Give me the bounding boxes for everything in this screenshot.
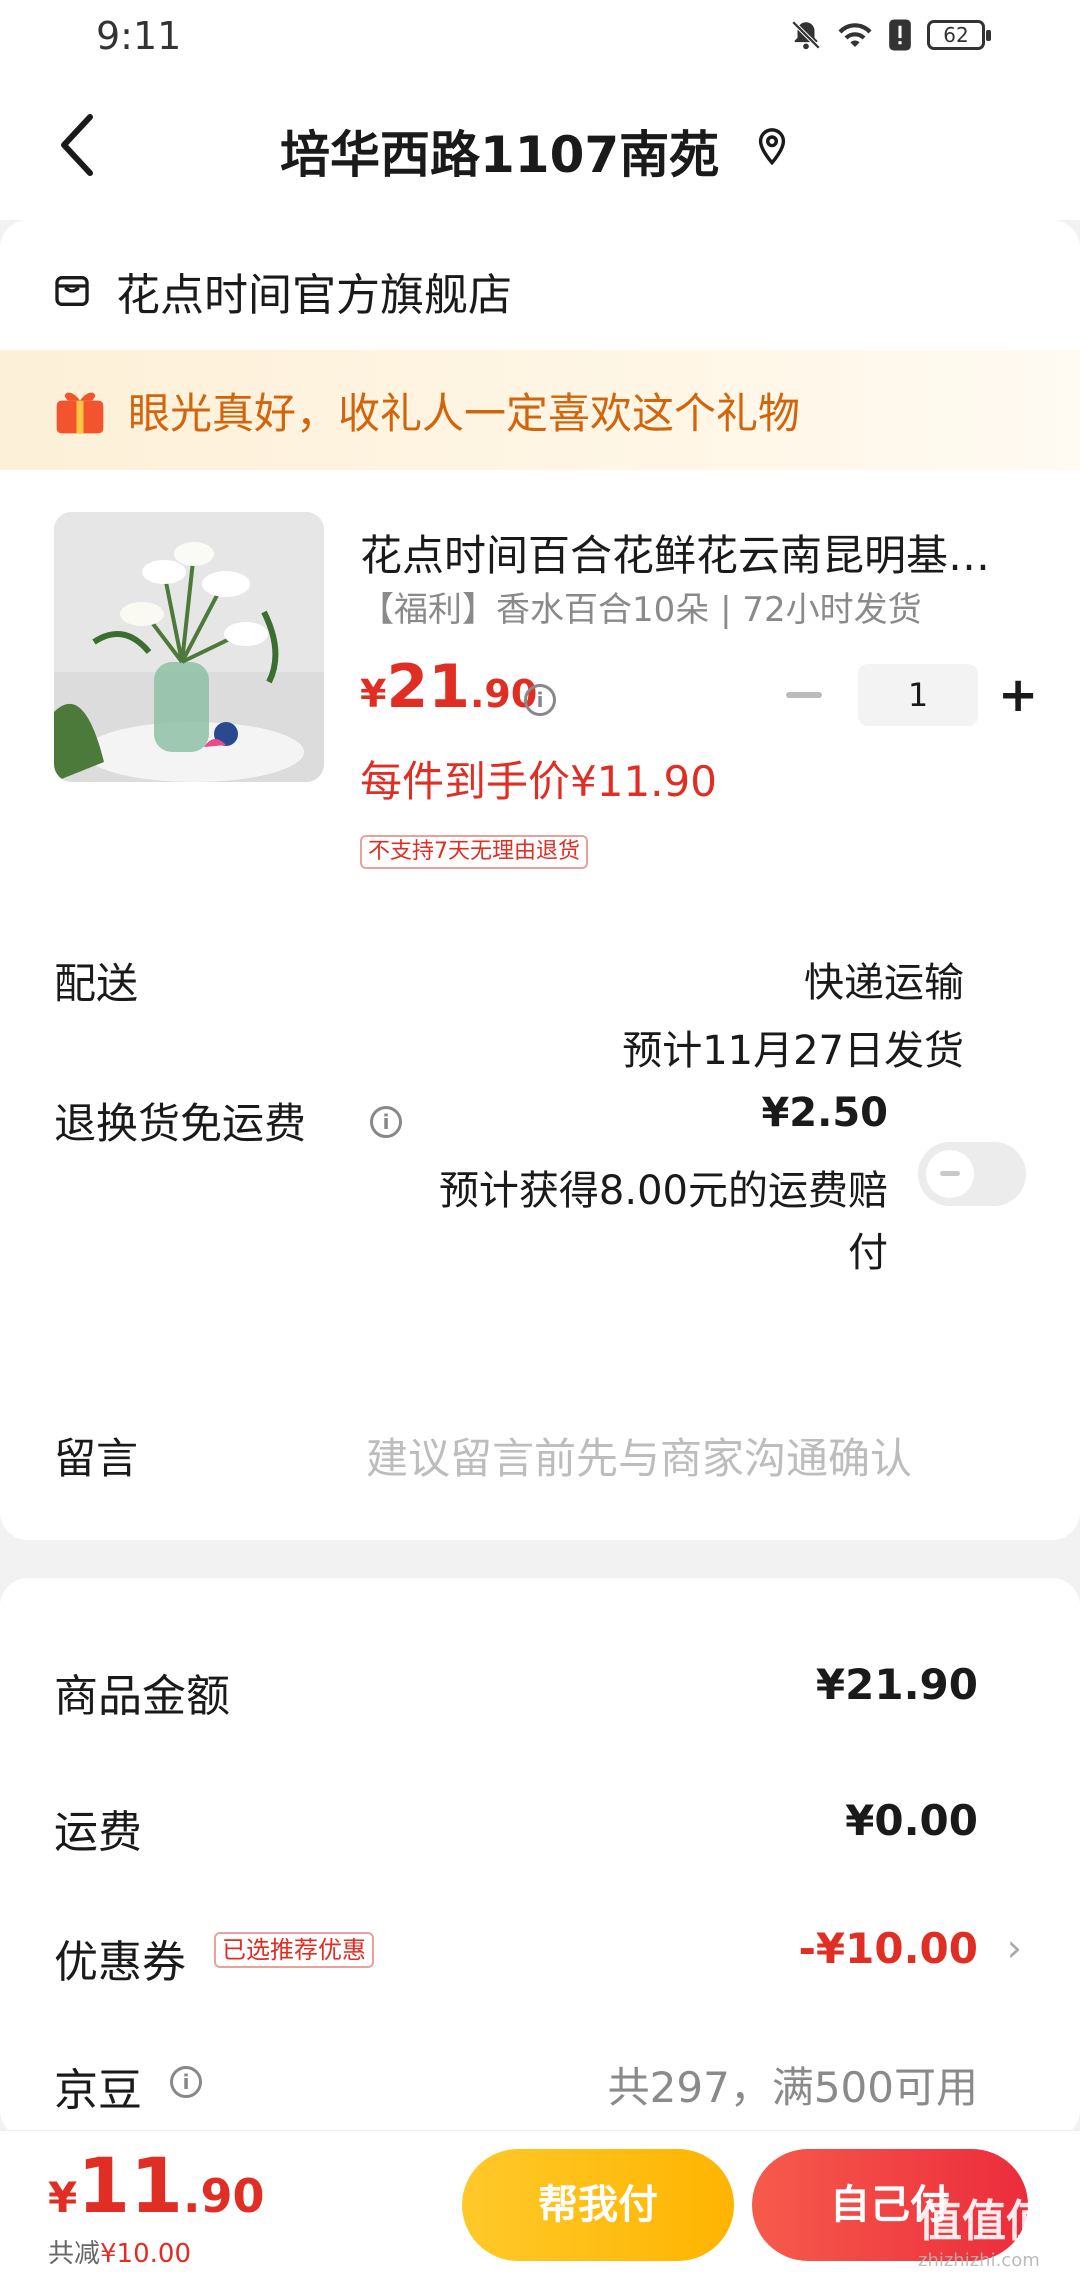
shipping-fee-value: ¥0.00 xyxy=(845,1796,978,1845)
coupon-badge: 已选推荐优惠 xyxy=(214,1932,374,1968)
delivery-label: 配送 xyxy=(54,959,139,1008)
watermark-sub: zhizhizhi.com xyxy=(918,2250,1040,2271)
coupon-value[interactable]: -¥10.00 xyxy=(798,1924,978,1973)
alert-sim-icon xyxy=(889,19,911,51)
product-image[interactable] xyxy=(54,512,324,782)
store-row[interactable]: 花点时间官方旗舰店 xyxy=(52,256,512,326)
message-input[interactable]: 建议留言前先与商家沟通确认 xyxy=(366,1425,912,1486)
increase-button[interactable]: + xyxy=(998,670,1038,720)
beans-label: 京豆 xyxy=(54,2065,142,2116)
watermark: 值值值 xyxy=(918,2196,1050,2247)
wifi-icon xyxy=(838,23,872,47)
product-price: ¥21.90 xyxy=(360,652,537,722)
delivery-estimate: 预计11月27日发货 xyxy=(622,1028,964,1074)
saved-amount: ¥10.00 xyxy=(100,2239,191,2269)
status-bar: 9:11 62 xyxy=(0,0,1080,75)
beans-info-icon[interactable]: i xyxy=(170,2066,202,2098)
product-title[interactable]: 花点时间百合花鲜花云南昆明基地直发 xyxy=(360,522,1000,583)
status-icons: 62 xyxy=(789,18,991,52)
saved-label: 共减 xyxy=(48,2239,101,2269)
goods-amount-label: 商品金额 xyxy=(54,1671,230,1722)
return-shipping-desc-2: 付 xyxy=(848,1230,888,1276)
mute-bell-icon xyxy=(791,20,821,50)
unit-price: 每件到手价¥11.90 xyxy=(360,757,717,806)
gift-banner-text: 眼光真好，收礼人一定喜欢这个礼物 xyxy=(128,388,801,438)
chevron-right-icon[interactable]: › xyxy=(1007,1926,1022,1970)
return-info-icon[interactable]: i xyxy=(370,1106,402,1138)
price-integer: 21 xyxy=(386,652,470,722)
quantity-input[interactable]: 1 xyxy=(858,664,978,726)
return-shipping-price: ¥2.50 xyxy=(761,1090,888,1136)
shipping-fee-label: 运费 xyxy=(54,1807,142,1858)
coupon-label: 优惠券 xyxy=(54,1937,186,1988)
gift-banner: 眼光真好，收礼人一定喜欢这个礼物 xyxy=(0,350,1080,470)
total-decimal: .90 xyxy=(183,2169,265,2223)
store-name[interactable]: 花点时间官方旗舰店 xyxy=(116,259,512,323)
return-shipping-toggle[interactable] xyxy=(918,1142,1026,1206)
location-pin-icon[interactable] xyxy=(754,127,790,167)
total-price: ¥11.90 xyxy=(48,2141,265,2230)
header: 培华西路1107南苑 xyxy=(0,75,1080,220)
store-icon xyxy=(55,276,89,306)
total-saved: 共减¥10.00 xyxy=(48,2233,191,2270)
price-currency: ¥ xyxy=(360,672,387,716)
address-title[interactable]: 培华西路1107南苑 xyxy=(280,115,719,187)
quantity-stepper: 1 + xyxy=(786,664,1038,726)
return-shipping-desc: 预计获得8.00元的运费赔 xyxy=(438,1168,888,1214)
total-integer: 11 xyxy=(77,2141,183,2230)
decrease-button[interactable] xyxy=(786,692,822,698)
help-me-pay-button[interactable]: 帮我付 xyxy=(462,2149,734,2261)
gift-icon xyxy=(56,392,104,434)
return-shipping-label: 退换货免运费 xyxy=(54,1099,307,1148)
beans-value: 共297，满500可用 xyxy=(607,2063,978,2112)
order-card: 花点时间官方旗舰店 眼光真好，收礼人一定喜欢这个礼物 花点时间百合花鲜花云南昆明… xyxy=(0,220,1080,1540)
battery-icon: 62 xyxy=(927,20,991,50)
summary-card: 商品金额 ¥21.90 运费 ¥0.00 优惠券 已选推荐优惠 -¥10.00 … xyxy=(0,1578,1080,2138)
status-time: 9:11 xyxy=(96,14,182,58)
toggle-knob xyxy=(926,1150,974,1198)
price-info-icon[interactable]: i xyxy=(524,684,556,716)
delivery-method[interactable]: 快递运输 xyxy=(804,950,964,1008)
no-return-tag: 不支持7天无理由退货 xyxy=(360,835,588,869)
back-arrow-icon[interactable] xyxy=(50,105,110,185)
total-currency: ¥ xyxy=(48,2173,78,2222)
goods-amount-value: ¥21.90 xyxy=(815,1660,978,1709)
product-spec[interactable]: 【福利】香水百合10朵 | 72小时发货 xyxy=(360,582,922,631)
message-label: 留言 xyxy=(54,1434,139,1483)
